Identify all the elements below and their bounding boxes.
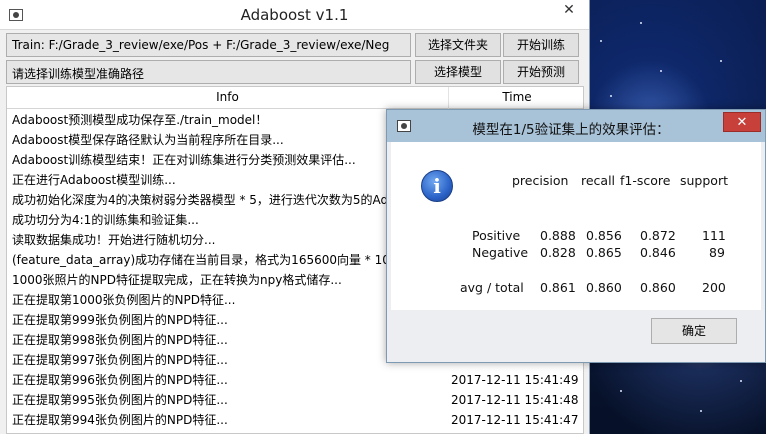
row-info-cell: Adaboost预测模型成功保存至./train_model！ xyxy=(12,113,268,127)
row-info-cell: 正在提取第996张负例图片的NPD特征... xyxy=(12,373,228,387)
row-info-cell: 正在提取第998张负例图片的NPD特征... xyxy=(12,333,228,347)
value-f1: 0.860 xyxy=(640,280,676,295)
row-info-cell: 正在提取第997张负例图片的NPD特征... xyxy=(12,353,228,367)
row-info-cell: 正在提取第999张负例图片的NPD特征... xyxy=(12,313,228,327)
row-label: Positive xyxy=(472,228,521,243)
value-precision: 0.888 xyxy=(540,228,576,243)
metric-header-precision: precision xyxy=(512,173,569,188)
ok-button[interactable]: 确定 xyxy=(651,318,737,344)
table-row[interactable]: 正在提取第995张负例图片的NPD特征... 2017-12-11 15:41:4… xyxy=(7,390,583,410)
row-info-cell: 成功切分为4:1的训练集和验证集... xyxy=(12,213,199,227)
row-time-cell: 2017-12-11 15:41:48 xyxy=(451,393,579,407)
info-icon: i xyxy=(421,170,453,202)
model-path-field[interactable]: 请选择训练模型准确路径 xyxy=(6,60,411,84)
close-icon[interactable]: ✕ xyxy=(548,0,589,22)
row-label: Negative xyxy=(472,245,529,260)
value-precision: 0.861 xyxy=(540,280,576,295)
select-folder-button[interactable]: 选择文件夹 xyxy=(415,33,501,57)
value-recall: 0.860 xyxy=(586,280,622,295)
dialog-body: i precision recall f1-score support Posi… xyxy=(391,142,761,310)
row-info-cell: 正在提取第994张负例图片的NPD特征... xyxy=(12,413,228,427)
metric-header-support: support xyxy=(680,173,728,188)
row-info-cell: 成功初始化深度为4的决策树弱分类器模型 * 5，进行迭代次数为5的Adaboos… xyxy=(12,193,448,207)
row-label: avg / total xyxy=(460,280,524,295)
metric-header-recall: recall xyxy=(581,173,616,188)
value-recall: 0.865 xyxy=(586,245,622,260)
table-header: Info Time xyxy=(7,87,583,109)
value-recall: 0.856 xyxy=(586,228,622,243)
row-time-cell: 2017-12-11 15:41:47 xyxy=(451,413,579,427)
row-time-cell: 2017-12-11 15:41:49 xyxy=(451,373,579,387)
column-header-time[interactable]: Time xyxy=(449,87,583,109)
row-info-cell: 读取数据集成功！开始进行随机切分... xyxy=(12,233,216,247)
start-predict-button[interactable]: 开始预测 xyxy=(503,60,579,84)
row-info-cell: 正在提取第1000张负例图片的NPD特征... xyxy=(12,293,236,307)
value-support: 89 xyxy=(709,245,725,260)
evaluation-dialog: 模型在1/5验证集上的效果评估： ✕ i precision recall f1… xyxy=(386,109,766,363)
row-info-cell: 正在进行Adaboost模型训练... xyxy=(12,173,176,187)
row-info-cell: Adaboost训练模型结束！正在对训练集进行分类预测效果评估... xyxy=(12,153,356,167)
train-path-field[interactable]: Train: F:/Grade_3_review/exe/Pos + F:/Gr… xyxy=(6,33,411,57)
row-info-cell: Adaboost模型保存路径默认为当前程序所在目录... xyxy=(12,133,284,147)
select-model-button[interactable]: 选择模型 xyxy=(415,60,501,84)
column-header-info[interactable]: Info xyxy=(7,87,449,109)
row-info-cell: 1000张照片的NPD特征提取完成，正在转换为npy格式储存... xyxy=(12,273,342,287)
main-titlebar[interactable]: Adaboost v1.1 ✕ xyxy=(0,0,589,30)
table-row[interactable]: 正在提取第996张负例图片的NPD特征... 2017-12-11 15:41:4… xyxy=(7,370,583,390)
table-row[interactable]: 正在提取第994张负例图片的NPD特征... 2017-12-11 15:41:4… xyxy=(7,410,583,430)
value-support: 200 xyxy=(702,280,726,295)
dialog-titlebar[interactable]: 模型在1/5验证集上的效果评估： ✕ xyxy=(387,110,765,142)
dialog-title: 模型在1/5验证集上的效果评估： xyxy=(472,122,670,138)
value-precision: 0.828 xyxy=(540,245,576,260)
value-support: 111 xyxy=(702,228,726,243)
value-f1: 0.872 xyxy=(640,228,676,243)
value-f1: 0.846 xyxy=(640,245,676,260)
metric-header-f1: f1-score xyxy=(620,173,671,188)
start-training-button[interactable]: 开始训练 xyxy=(503,33,579,57)
dialog-footer: 确定 xyxy=(391,310,761,360)
window-title: Adaboost v1.1 xyxy=(240,6,349,24)
row-info-cell: (feature_data_array)成功存储在当前目录，格式为165600向… xyxy=(12,253,406,267)
row-info-cell: 正在提取第995张负例图片的NPD特征... xyxy=(12,393,228,407)
close-icon[interactable]: ✕ xyxy=(723,112,761,132)
dialog-app-icon xyxy=(397,120,411,132)
